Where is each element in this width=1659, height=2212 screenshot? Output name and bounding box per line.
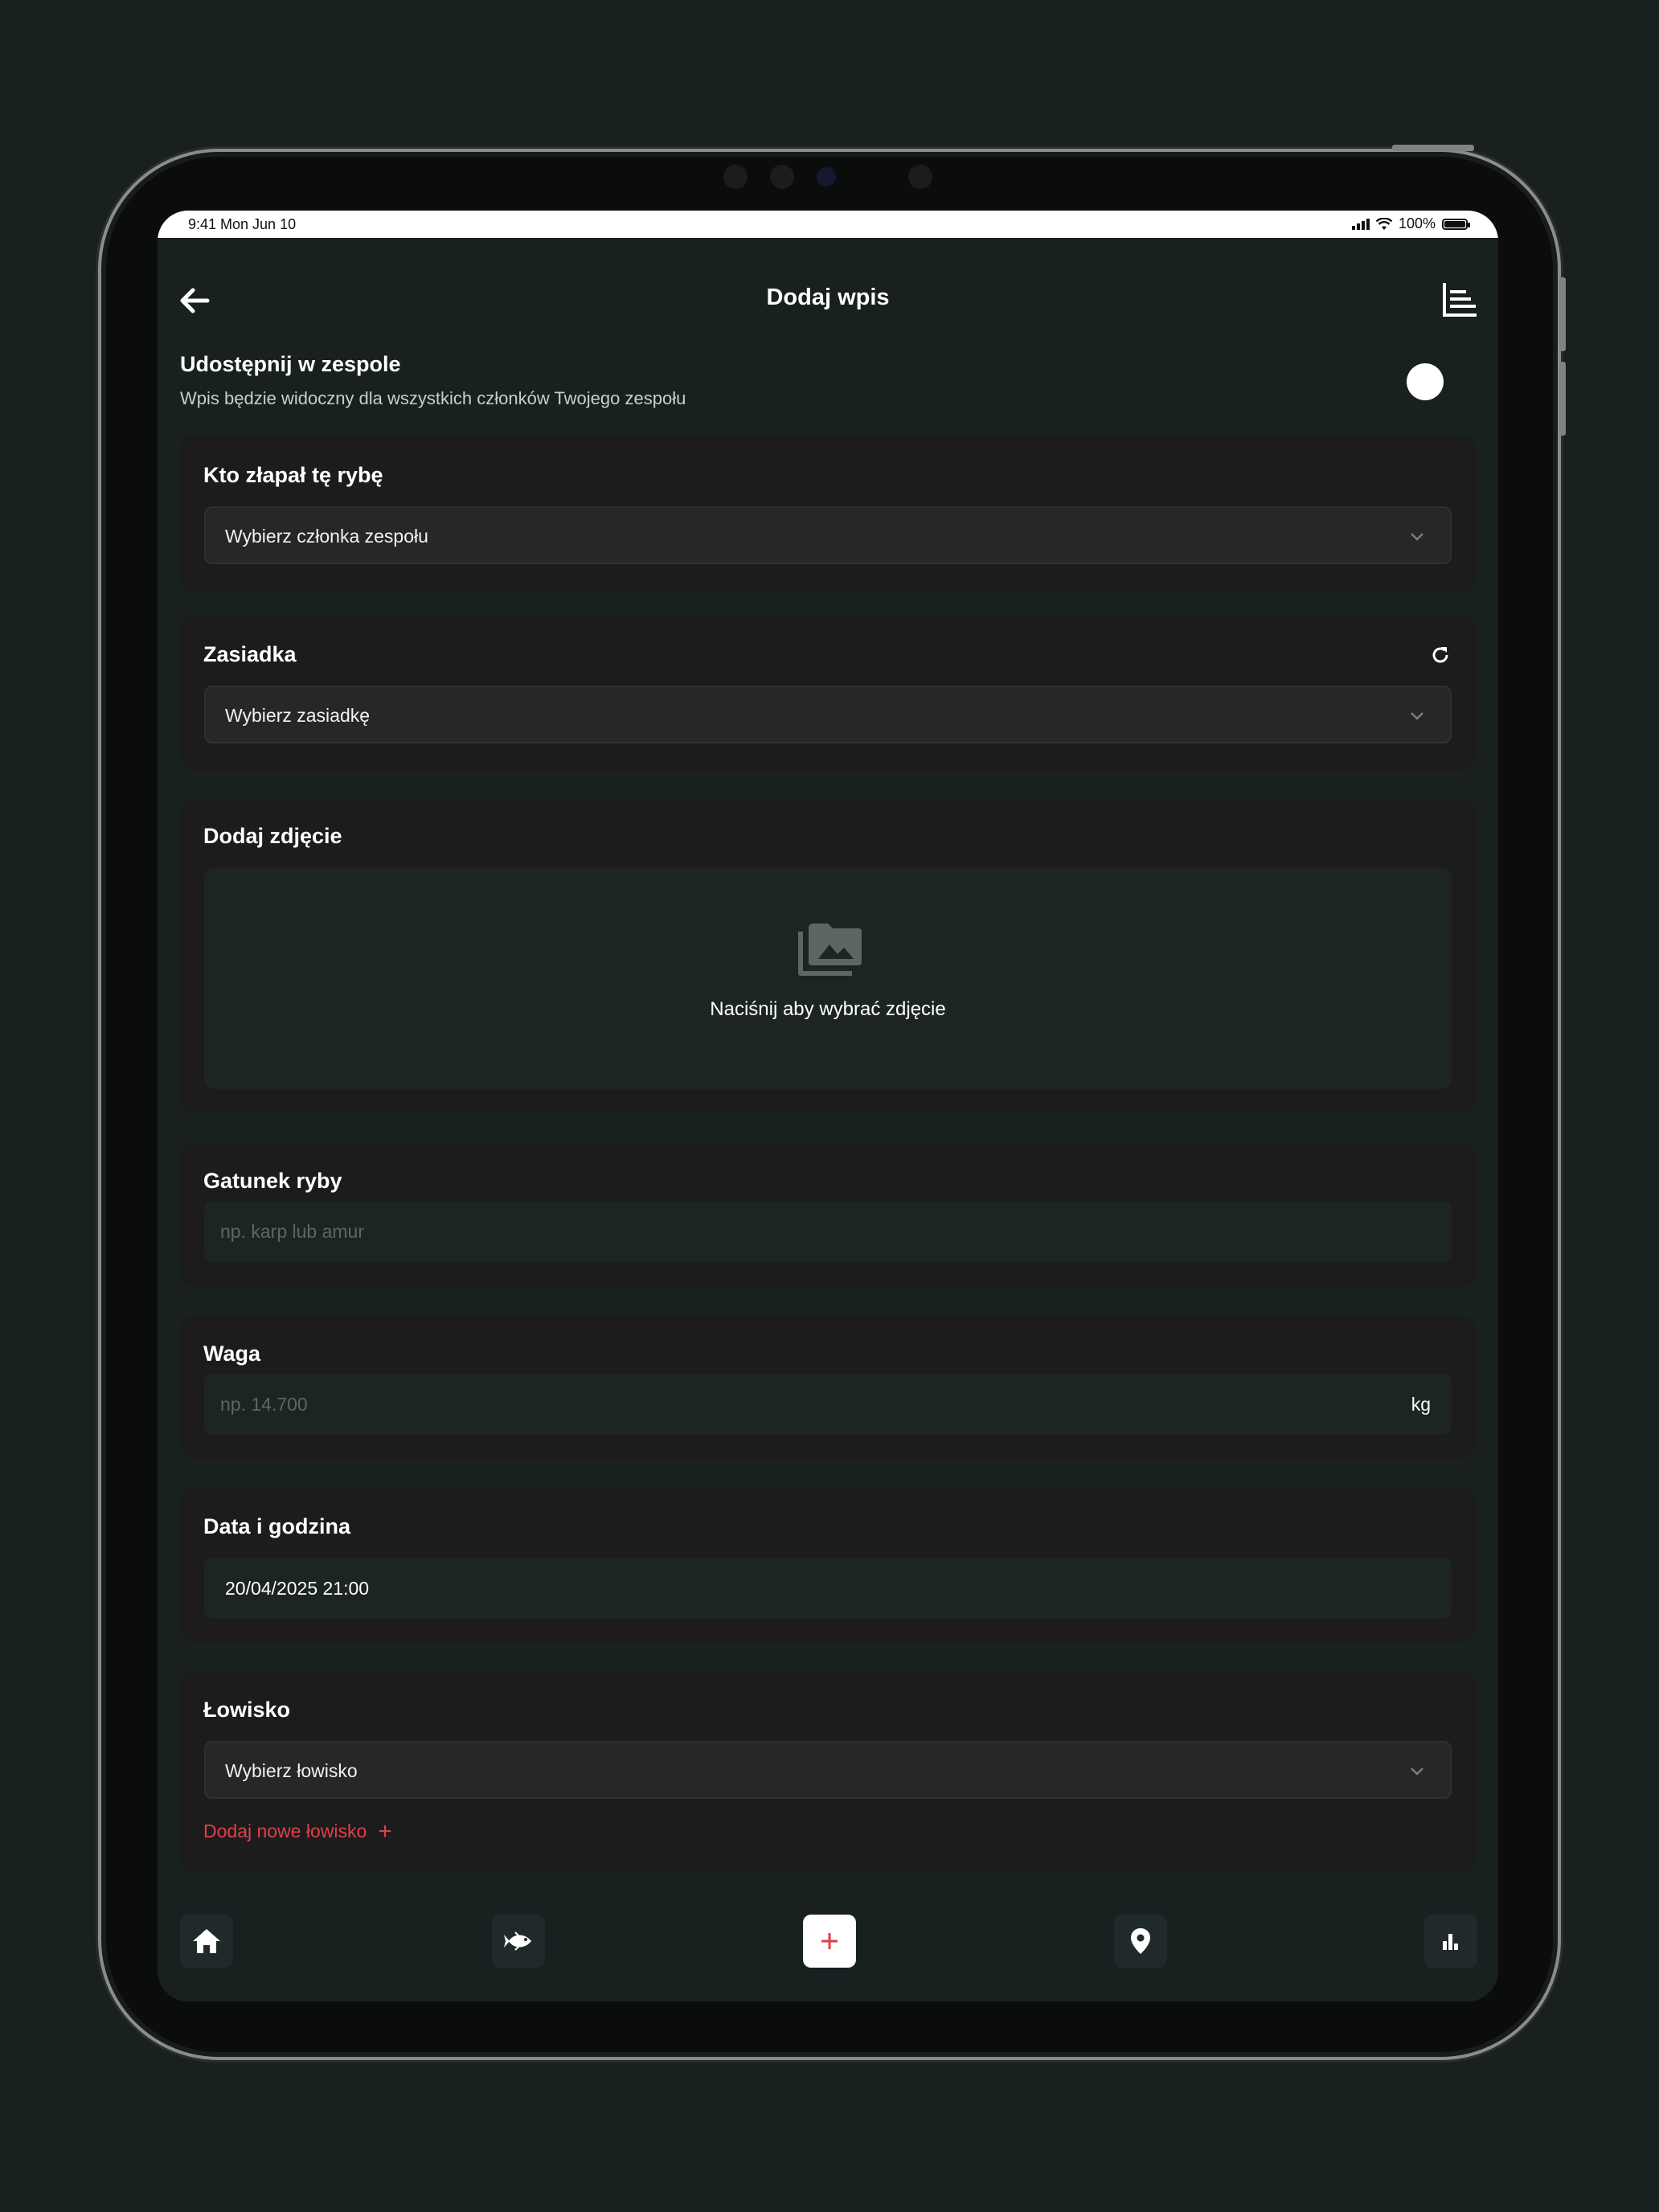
fish-icon: [504, 1931, 531, 1951]
volume-down-button: [1559, 362, 1566, 436]
status-bar: 9:41 Mon Jun 10 100%: [158, 211, 1498, 238]
weight-input[interactable]: np. 14.700 kg: [204, 1374, 1452, 1435]
weight-placeholder: np. 14.700: [220, 1394, 308, 1415]
species-input[interactable]: np. karp lub amur: [204, 1201, 1452, 1262]
plus-icon: +: [378, 1817, 392, 1845]
photo-picker[interactable]: Naciśnij aby wybrać zdjęcie: [204, 867, 1452, 1089]
datetime-value: 20/04/2025 21:00: [225, 1578, 370, 1599]
session-card: Zasiadka Wybierz zasiadkę: [180, 615, 1476, 771]
fishery-select[interactable]: Wybierz łowisko: [204, 1741, 1452, 1799]
location-pin-icon: [1131, 1928, 1150, 1954]
photo-library-icon: [798, 924, 862, 976]
photo-label: Dodaj zdjęcie: [203, 824, 342, 848]
datetime-label: Data i godzina: [203, 1514, 351, 1538]
signal-icon: [1351, 218, 1370, 230]
share-title: Udostępnij w zespole: [180, 352, 401, 376]
catcher-label: Kto złapał tę rybę: [203, 463, 383, 487]
catcher-card: Kto złapał tę rybę Wybierz członka zespo…: [180, 436, 1476, 592]
species-label: Gatunek ryby: [203, 1169, 342, 1193]
bar-list-icon[interactable]: [1440, 280, 1479, 318]
chevron-down-icon: [1411, 712, 1423, 720]
camera-sensor: [908, 165, 932, 189]
add-fishery-label: Dodaj nowe łowisko: [203, 1821, 367, 1841]
wifi-icon: [1375, 217, 1392, 230]
fishery-select-value: Wybierz łowisko: [225, 1760, 358, 1781]
stats-tab[interactable]: [1424, 1915, 1477, 1968]
bar-chart-icon: [1443, 1934, 1458, 1950]
add-fishery-link[interactable]: Dodaj nowe łowisko +: [203, 1817, 392, 1845]
battery-percent: 100%: [1398, 215, 1436, 231]
battery-icon: [1442, 218, 1470, 230]
fishery-label: Łowisko: [203, 1698, 291, 1722]
weight-card: Waga np. 14.700 kg: [180, 1316, 1476, 1459]
species-card: Gatunek ryby np. karp lub amur: [180, 1143, 1476, 1286]
share-section: Udostępnij w zespole Wpis będzie widoczn…: [180, 352, 1466, 409]
camera-sensor: [723, 165, 748, 189]
home-tab[interactable]: [180, 1915, 233, 1968]
status-time: 9:41 Mon Jun 10: [188, 216, 297, 232]
photo-hint: Naciśnij aby wybrać zdjęcie: [710, 998, 946, 1020]
fishery-card: Łowisko Wybierz łowisko Dodaj nowe łowis…: [180, 1672, 1476, 1871]
bottom-tab-bar: [158, 1890, 1498, 2001]
catcher-select[interactable]: Wybierz członka zespołu: [204, 506, 1452, 564]
share-description: Wpis będzie widoczny dla wszystkich czło…: [180, 388, 686, 408]
chevron-down-icon: [1411, 533, 1423, 541]
catches-tab[interactable]: [492, 1915, 545, 1968]
session-select[interactable]: Wybierz zasiadkę: [204, 686, 1452, 743]
weight-unit: kg: [1411, 1394, 1431, 1415]
add-icon: [821, 1933, 838, 1949]
chevron-down-icon: [1411, 1768, 1423, 1776]
add-entry-tab[interactable]: [803, 1915, 856, 1968]
datetime-card: Data i godzina 20/04/2025 21:00: [180, 1489, 1476, 1643]
home-icon: [193, 1929, 220, 1953]
session-select-value: Wybierz zasiadkę: [225, 705, 371, 726]
refresh-icon[interactable]: [1429, 644, 1452, 666]
front-camera: [817, 167, 836, 186]
volume-up-button: [1559, 277, 1566, 351]
map-tab[interactable]: [1114, 1915, 1167, 1968]
share-toggle[interactable]: [1407, 363, 1444, 400]
header: Dodaj wpis: [158, 267, 1498, 331]
datetime-input[interactable]: 20/04/2025 21:00: [204, 1558, 1452, 1619]
session-label: Zasiadka: [203, 642, 297, 666]
weight-label: Waga: [203, 1342, 261, 1366]
power-button: [1392, 145, 1474, 151]
camera-sensor: [770, 165, 794, 189]
species-placeholder: np. karp lub amur: [220, 1221, 364, 1242]
page-title: Dodaj wpis: [766, 285, 890, 310]
app-screen: 9:41 Mon Jun 10 100% Dodaj wpis Udostępn…: [158, 211, 1498, 2001]
catcher-select-value: Wybierz członka zespołu: [225, 526, 428, 547]
photo-card: Dodaj zdjęcie Naciśnij aby wybrać zdjęci…: [180, 798, 1476, 1113]
